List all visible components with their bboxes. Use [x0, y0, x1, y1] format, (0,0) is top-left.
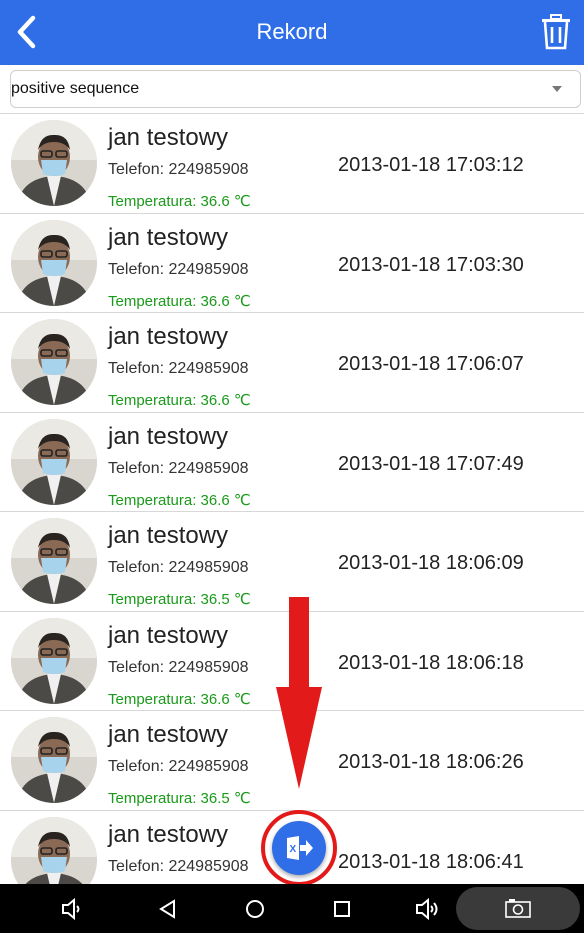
screen: Rekord positive sequence jan testowy Tel… [0, 0, 584, 933]
person-photo [11, 817, 97, 884]
person-temperature: Temperatura: 36.5 ℃ [108, 790, 251, 807]
person-temperature: Temperatura: 36.6 ℃ [108, 193, 251, 210]
person-photo [11, 319, 97, 405]
record-row[interactable]: jan testowy Telefon: 224985908 Temperatu… [0, 511, 584, 610]
person-phone: Telefon: 224985908 [108, 758, 249, 775]
app-header: Rekord [0, 0, 584, 65]
record-timestamp: 2013-01-18 18:06:09 [338, 552, 524, 574]
record-timestamp: 2013-01-18 17:06:07 [338, 353, 524, 375]
person-temperature: Temperatura: 36.6 ℃ [108, 293, 251, 310]
red-arrow-annotation [276, 597, 322, 789]
person-temperature: Temperatura: 36.6 ℃ [108, 691, 251, 708]
person-temperature: Temperatura: 36.6 ℃ [108, 392, 251, 409]
record-timestamp: 2013-01-18 18:06:18 [338, 652, 524, 674]
avatar [11, 319, 97, 405]
record-timestamp: 2013-01-18 17:07:49 [338, 453, 524, 475]
recents-square-icon[interactable] [329, 896, 355, 922]
export-excel-button[interactable]: X [272, 821, 326, 875]
record-row[interactable]: jan testowy Telefon: 224985908 Temperatu… [0, 412, 584, 511]
person-photo [11, 220, 97, 306]
home-circle-icon[interactable] [242, 896, 268, 922]
person-phone: Telefon: 224985908 [108, 559, 249, 576]
volume-down-icon[interactable] [58, 896, 84, 922]
avatar [11, 220, 97, 306]
system-nav-bar [0, 884, 584, 933]
person-name: jan testowy [108, 821, 229, 848]
person-name: jan testowy [108, 323, 229, 350]
record-timestamp: 2013-01-18 17:03:30 [338, 254, 524, 276]
person-phone: Telefon: 224985908 [108, 261, 249, 278]
person-temperature: Temperatura: 36.6 ℃ [108, 492, 251, 509]
person-photo [11, 419, 97, 505]
person-photo [11, 717, 97, 803]
record-timestamp: 2013-01-18 17:03:12 [338, 154, 524, 176]
record-row[interactable]: jan testowy Telefon: 224985908 Temperatu… [0, 312, 584, 411]
person-name: jan testowy [108, 522, 229, 549]
person-name: jan testowy [108, 124, 229, 151]
screenshot-button[interactable] [456, 887, 580, 930]
person-phone: Telefon: 224985908 [108, 360, 249, 377]
avatar [11, 120, 97, 206]
person-phone: Telefon: 224985908 [108, 161, 249, 178]
person-temperature: Temperatura: 36.5 ℃ [108, 591, 251, 608]
person-name: jan testowy [108, 423, 229, 450]
avatar [11, 618, 97, 704]
avatar [11, 717, 97, 803]
avatar [11, 518, 97, 604]
person-phone: Telefon: 224985908 [108, 460, 249, 477]
excel-export-icon: X [287, 836, 313, 860]
person-photo [11, 120, 97, 206]
person-name: jan testowy [108, 721, 229, 748]
record-row[interactable]: jan testowy Telefon: 224985908 Temperatu… [0, 113, 584, 212]
page-title: Rekord [256, 19, 328, 44]
volume-up-icon[interactable] [414, 896, 440, 922]
avatar [11, 419, 97, 505]
svg-text:X: X [290, 844, 297, 855]
person-phone: Telefon: 224985908 [108, 858, 249, 875]
sort-selected-value: positive sequence [11, 80, 140, 97]
camera-icon [505, 899, 531, 918]
avatar [11, 817, 97, 884]
highlight-ring: X [261, 810, 337, 886]
person-name: jan testowy [108, 224, 229, 251]
record-row[interactable]: jan testowy Telefon: 224985908 Temperatu… [0, 213, 584, 312]
sort-order-select[interactable]: positive sequence [10, 70, 581, 108]
person-photo [11, 518, 97, 604]
record-timestamp: 2013-01-18 18:06:26 [338, 751, 524, 773]
back-triangle-icon[interactable] [155, 896, 181, 922]
record-timestamp: 2013-01-18 18:06:41 [338, 851, 524, 873]
person-name: jan testowy [108, 622, 229, 649]
person-photo [11, 618, 97, 704]
person-phone: Telefon: 224985908 [108, 659, 249, 676]
trash-icon [542, 14, 570, 50]
delete-button[interactable] [536, 10, 576, 54]
chevron-down-icon [552, 86, 562, 92]
